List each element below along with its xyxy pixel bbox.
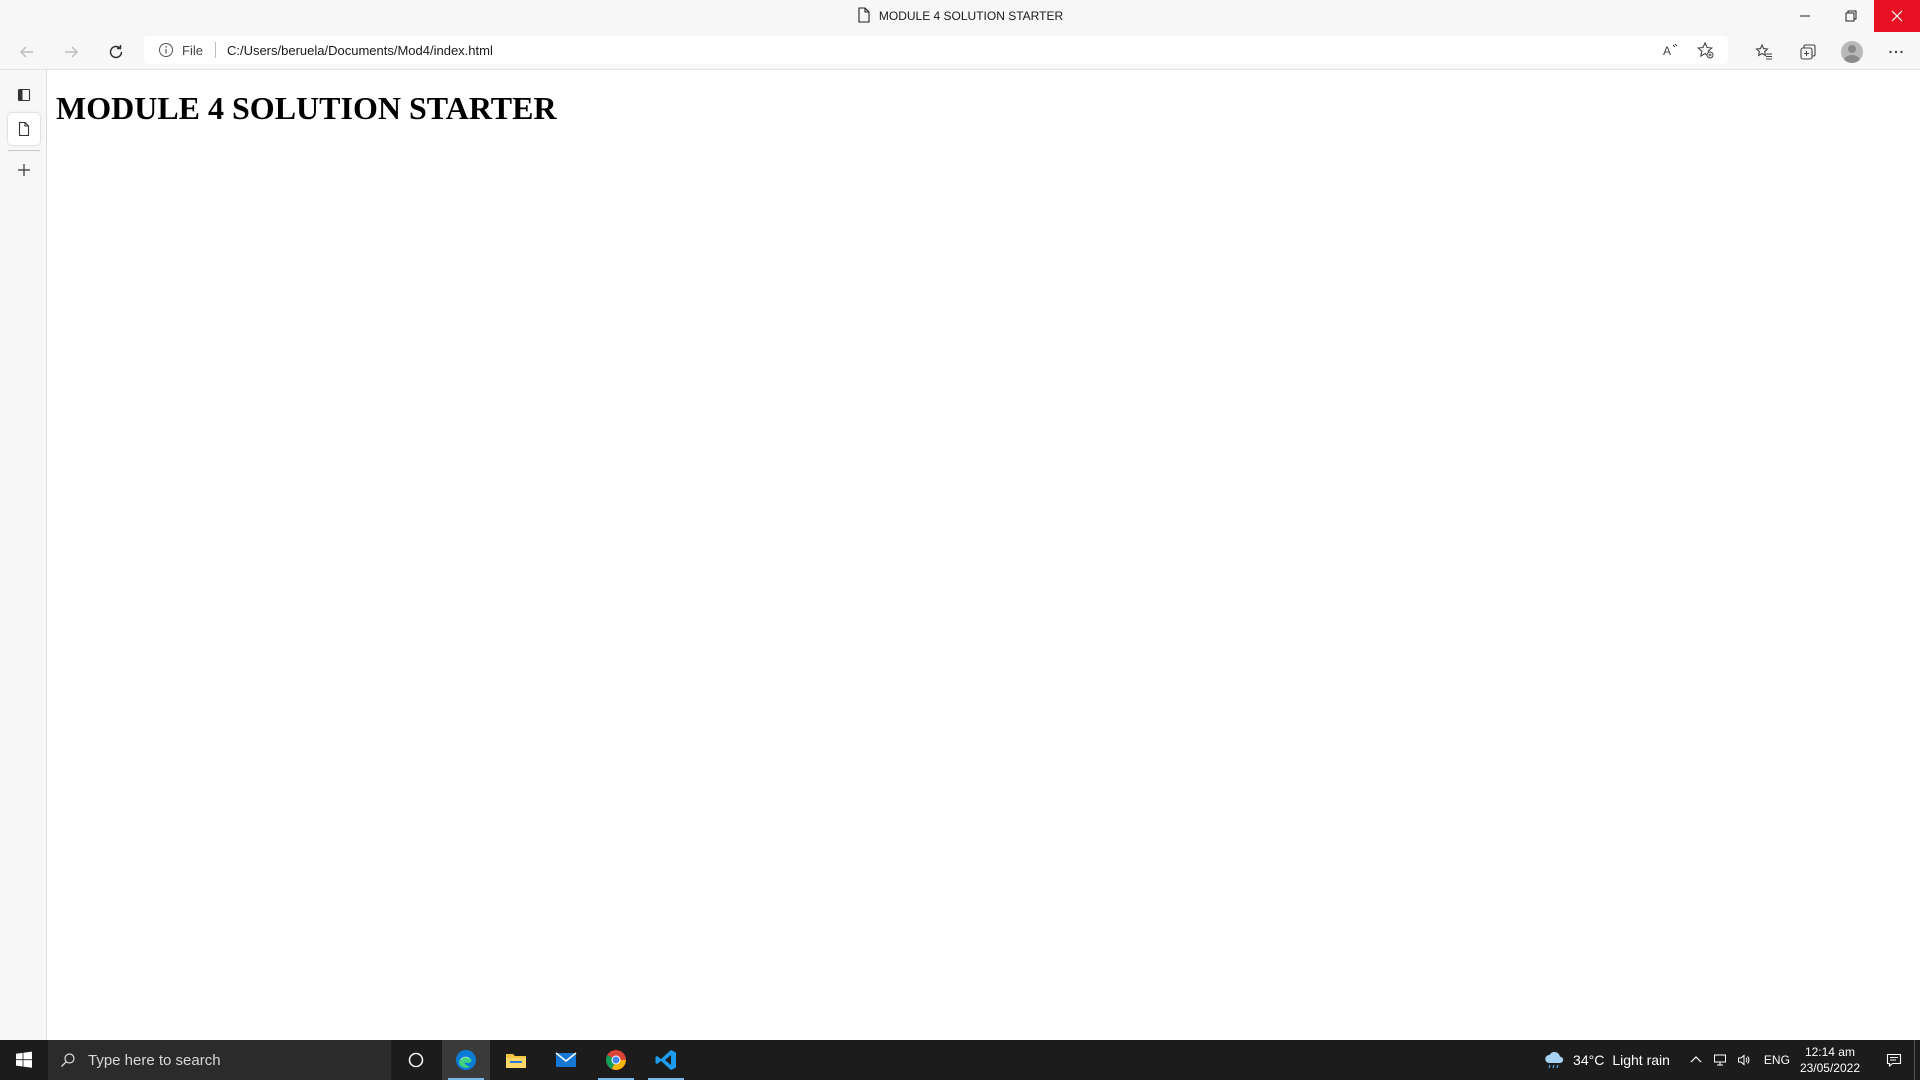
address-bar[interactable]: File C:/Users/beruela/Documents/Mod4/ind… xyxy=(144,36,1728,64)
volume-icon xyxy=(1737,1054,1750,1066)
taskbar-app-edge[interactable] xyxy=(442,1040,490,1080)
favorites-icon xyxy=(1755,43,1772,60)
restore-button[interactable] xyxy=(1828,0,1874,32)
browser-window: MODULE 4 SOLUTION STARTER File C:/Users/… xyxy=(0,0,1920,1080)
taskbar-app-file-explorer[interactable] xyxy=(492,1040,540,1080)
windows-logo-icon xyxy=(16,1051,32,1068)
toolbar-right-actions xyxy=(1748,36,1912,68)
title-bar: MODULE 4 SOLUTION STARTER xyxy=(0,0,1920,32)
file-explorer-icon xyxy=(506,1054,526,1068)
forward-arrow-icon xyxy=(65,46,79,58)
input-language[interactable]: ENG xyxy=(1764,1053,1790,1067)
chevron-up-icon xyxy=(1690,1056,1702,1063)
window-title-area: MODULE 4 SOLUTION STARTER xyxy=(0,0,1920,32)
taskbar-app-chrome[interactable] xyxy=(592,1040,640,1080)
windows-taskbar: Type here to search 34°C Light rain ENG … xyxy=(0,1040,1920,1080)
vscode-icon xyxy=(655,1050,676,1070)
address-divider xyxy=(214,42,216,58)
tab-actions-icon xyxy=(17,88,31,102)
page-icon xyxy=(18,121,30,137)
collections-button[interactable] xyxy=(1792,36,1824,68)
more-icon xyxy=(1889,50,1903,54)
search-placeholder: Type here to search xyxy=(88,1051,221,1069)
page-icon xyxy=(857,6,871,26)
start-button[interactable] xyxy=(0,1040,48,1080)
taskbar-app-mail[interactable] xyxy=(542,1040,590,1080)
task-view-button[interactable] xyxy=(392,1040,440,1080)
network-icon xyxy=(1713,1054,1726,1066)
weather-temperature: 34°C xyxy=(1573,1052,1605,1068)
restore-icon xyxy=(1845,10,1857,22)
back-arrow-icon xyxy=(19,46,33,58)
profile-button[interactable] xyxy=(1836,36,1868,68)
search-icon xyxy=(61,1053,75,1067)
vertical-tabs-sidebar xyxy=(0,70,47,1040)
collections-icon xyxy=(1800,44,1816,60)
minimize-icon xyxy=(1800,15,1810,17)
show-desktop-button[interactable] xyxy=(1914,1040,1920,1080)
info-icon[interactable] xyxy=(158,42,174,58)
file-scheme-label[interactable]: File xyxy=(182,43,203,58)
notification-icon xyxy=(1886,1053,1902,1068)
close-icon xyxy=(1891,10,1903,22)
window-controls xyxy=(1782,0,1920,32)
window-title: MODULE 4 SOLUTION STARTER xyxy=(878,9,1064,23)
profile-icon xyxy=(1841,41,1863,63)
volume-button[interactable] xyxy=(1732,1040,1756,1080)
forward-button[interactable] xyxy=(55,36,87,68)
page-content: MODULE 4 SOLUTION STARTER xyxy=(48,70,1920,1040)
vertical-tab-current[interactable] xyxy=(8,113,40,145)
cloud-rain-icon xyxy=(1545,1051,1564,1069)
weather-widget[interactable]: 34°C Light rain xyxy=(1543,1051,1670,1069)
svg-text:A: A xyxy=(1663,44,1671,58)
more-button[interactable] xyxy=(1880,36,1912,68)
read-aloud-icon[interactable]: A xyxy=(1662,41,1680,59)
minimize-button[interactable] xyxy=(1782,0,1828,32)
new-tab-button[interactable] xyxy=(8,154,40,186)
task-view-icon xyxy=(408,1052,424,1068)
page-heading: MODULE 4 SOLUTION STARTER xyxy=(56,90,557,126)
refresh-icon xyxy=(109,45,123,59)
sidebar-divider xyxy=(8,150,40,151)
network-button[interactable] xyxy=(1708,1040,1732,1080)
refresh-button[interactable] xyxy=(100,36,132,68)
show-hidden-icons-button[interactable] xyxy=(1684,1040,1708,1080)
url-text[interactable]: C:/Users/beruela/Documents/Mod4/index.ht… xyxy=(227,43,493,58)
notification-center-button[interactable] xyxy=(1874,1040,1914,1080)
weather-condition: Light rain xyxy=(1612,1052,1670,1068)
edge-icon xyxy=(456,1050,476,1070)
clock-time: 12:14 am xyxy=(1804,1045,1855,1059)
browser-toolbar: File C:/Users/beruela/Documents/Mod4/ind… xyxy=(0,32,1920,70)
system-tray: 34°C Light rain ENG 12:14 am 23/05/2022 xyxy=(1543,1040,1920,1080)
tab-actions-button[interactable] xyxy=(8,79,40,111)
address-bar-actions: A xyxy=(1662,36,1714,64)
mail-icon xyxy=(555,1052,577,1067)
add-favorite-icon[interactable] xyxy=(1696,41,1714,59)
favorites-button[interactable] xyxy=(1748,36,1780,68)
clock-date: 23/05/2022 xyxy=(1799,1061,1860,1075)
chrome-icon xyxy=(606,1050,626,1070)
new-tab-icon xyxy=(18,164,30,176)
taskbar-app-vscode[interactable] xyxy=(642,1040,690,1080)
close-button[interactable] xyxy=(1874,0,1920,32)
back-button[interactable] xyxy=(11,36,43,68)
taskbar-search-box[interactable]: Type here to search xyxy=(48,1040,391,1080)
clock[interactable]: 12:14 am 23/05/2022 xyxy=(1800,1044,1860,1076)
